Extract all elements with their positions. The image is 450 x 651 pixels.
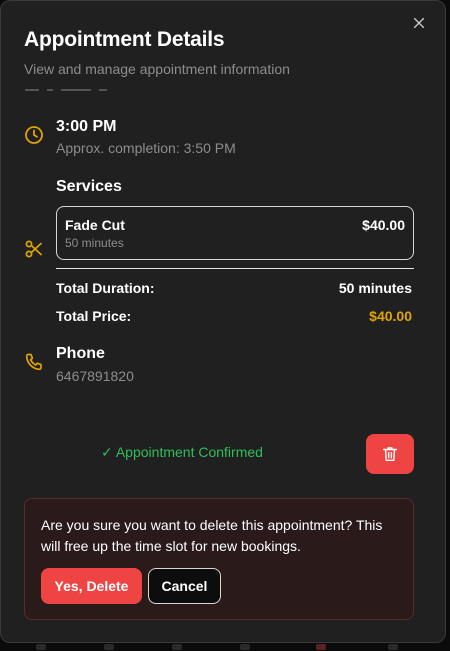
service-item: Fade Cut 50 minutes $40.00 [56,206,414,260]
total-duration-label: Total Duration: [56,280,155,296]
scrolled-content-remnant [25,89,145,97]
delete-confirmation-panel: Are you sure you want to delete this app… [24,498,414,620]
service-duration: 50 minutes [65,236,124,250]
services-heading: Services [56,178,122,195]
trash-icon [382,447,398,462]
phone-number: 6467891820 [56,368,134,384]
service-price: $40.00 [362,217,405,233]
appointment-details-dialog: Appointment Details View and manage appo… [0,0,446,643]
yes-delete-button[interactable]: Yes, Delete [41,568,142,604]
dialog-title: Appointment Details [24,28,225,51]
approx-completion: Approx. completion: 3:50 PM [56,140,236,156]
total-price-label: Total Price: [56,308,132,324]
background-nav-remnant [0,643,450,651]
dialog-subtitle: View and manage appointment information [24,61,290,77]
service-name: Fade Cut [65,217,125,233]
delete-confirmation-message: Are you sure you want to delete this app… [41,517,383,554]
total-duration-value: 50 minutes [338,280,412,296]
status-confirmed: ✓ Appointment Confirmed [101,444,263,460]
phone-icon [24,352,44,372]
clock-icon [24,125,44,145]
appointment-time: 3:00 PM [56,118,117,135]
close-icon[interactable] [411,15,427,31]
total-price-value: $40.00 [369,308,412,324]
cancel-button[interactable]: Cancel [148,568,221,604]
services-divider [56,268,414,269]
scissors-icon [24,239,44,259]
delete-button[interactable] [366,434,414,474]
phone-label: Phone [56,345,105,362]
